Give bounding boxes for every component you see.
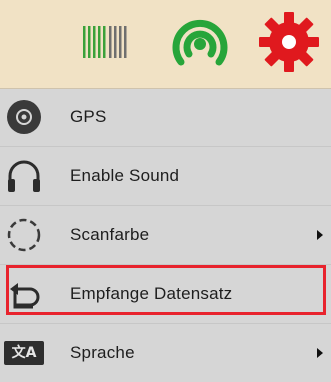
menu-item-label: Sprache bbox=[70, 343, 135, 362]
translate-glyph: 文A bbox=[4, 341, 44, 365]
menu-item-label: Empfange Datensatz bbox=[70, 284, 233, 303]
chevron-right-icon bbox=[317, 230, 323, 240]
menu-item-label: Scanfarbe bbox=[70, 225, 150, 244]
barcode-icon bbox=[83, 26, 127, 58]
gps-icon bbox=[6, 99, 42, 135]
headphones-icon bbox=[6, 158, 42, 194]
toolbar bbox=[0, 0, 331, 89]
menu-item-gps[interactable]: GPS bbox=[0, 88, 331, 147]
signal-icon bbox=[172, 19, 228, 66]
settings-button[interactable] bbox=[254, 12, 324, 72]
menu-item-scanfarbe[interactable]: Scanfarbe bbox=[0, 206, 331, 265]
menu-item-enable-sound[interactable]: Enable Sound bbox=[0, 147, 331, 206]
translate-icon: 文A bbox=[4, 341, 44, 365]
menu-item-sprache[interactable]: 文A Sprache bbox=[0, 324, 331, 382]
menu-item-label: Enable Sound bbox=[70, 166, 180, 185]
signal-button[interactable] bbox=[167, 12, 233, 72]
menu-item-label: GPS bbox=[70, 107, 107, 126]
menu-item-empfange-datensatz[interactable]: Empfange Datensatz bbox=[0, 265, 331, 324]
barcode-button[interactable] bbox=[80, 12, 134, 72]
dashed-circle-icon bbox=[6, 217, 42, 253]
gear-icon bbox=[259, 12, 319, 72]
receive-arrow-icon bbox=[6, 276, 42, 312]
settings-menu: GPS Enable Sound Scanfarbe Empfange Date… bbox=[0, 88, 331, 380]
chevron-right-icon bbox=[317, 348, 323, 358]
